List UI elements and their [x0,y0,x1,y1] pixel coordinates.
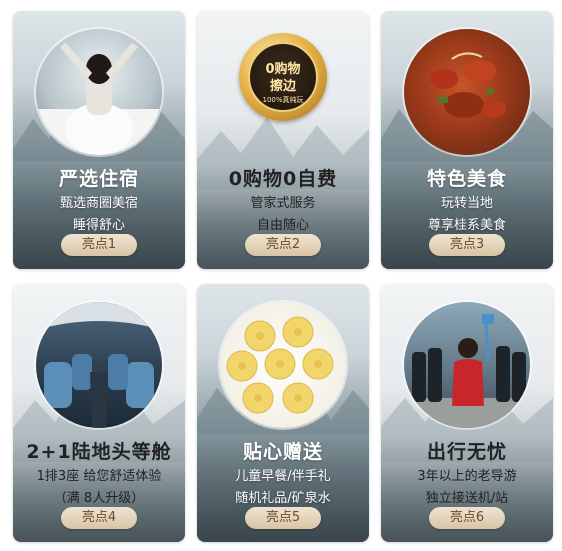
card-subtitle-line-2: 随机礼品/矿泉水 [235,491,331,506]
zero-shopping-medal-icon: 0购物 擦边 100%真纯玩 [239,33,327,121]
card-title: 严选住宿 [58,168,139,190]
medal-text-3: 100%真纯玩 [262,96,304,104]
highlight-badge: 亮点4 [61,507,137,529]
card-subtitle-line-2: 尊享桂系美食 [427,218,506,233]
card-title: 特色美食 [426,168,507,190]
card-subtitle-line-2: 自由随心 [256,218,309,233]
highlight-card-2[interactable]: 0购物 擦边 100%真纯玩 0购物0自费 管家式服务 自由随心 亮点2 [197,11,369,269]
flower-cakes-photo [220,302,346,428]
highlight-card-1[interactable]: 严选住宿 甄选商圈美宿 睡得舒心 亮点1 [13,11,185,269]
woman-stretching-photo [36,29,162,155]
highlight-card-4[interactable]: 2+1陆地头等舱 1排3座 给您舒适体验 （满 8人升级） 亮点4 [13,284,185,542]
highlights-grid: 严选住宿 甄选商圈美宿 睡得舒心 亮点1 0购物 擦边 100%真纯玩 0购物0… [0,0,562,551]
highlight-card-6[interactable]: 出行无忧 3年以上的老导游 独立接送机/站 亮点6 [381,284,553,542]
card-subtitle-line-1: 甄选商圈美宿 [59,196,138,211]
card-title: 2+1陆地头等舱 [26,441,172,463]
card-subtitle-line-1: 1排3座 给您舒适体验 [36,469,162,484]
highlight-card-5[interactable]: 贴心赠送 儿童早餐/伴手礼 随机礼品/矿泉水 亮点5 [197,284,369,542]
highlight-card-3[interactable]: 特色美食 玩转当地 尊享桂系美食 亮点3 [381,11,553,269]
card-title: 出行无忧 [426,441,507,463]
highlight-badge: 亮点3 [429,234,505,256]
card-title: 0购物0自费 [228,168,338,190]
coach-bus-interior-photo [36,302,162,428]
highlight-badge: 亮点1 [61,234,137,256]
card-subtitle-line-2: 独立接送机/站 [425,491,509,506]
card-subtitle-line-2: 睡得舒心 [72,218,125,233]
card-subtitle-line-1: 管家式服务 [250,196,316,211]
card-subtitle-line-1: 3年以上的老导游 [417,469,517,484]
tour-group-photo [404,302,530,428]
card-title: 贴心赠送 [242,441,323,463]
highlight-badge: 亮点5 [245,507,321,529]
highlight-badge: 亮点2 [245,234,321,256]
medal-text-2: 擦边 [269,79,296,94]
highlight-badge: 亮点6 [429,507,505,529]
card-subtitle-line-2: （满 8人升级） [53,491,145,506]
card-subtitle-line-1: 儿童早餐/伴手礼 [235,469,331,484]
braised-dish-photo [404,29,530,155]
card-subtitle-line-1: 玩转当地 [440,196,493,211]
